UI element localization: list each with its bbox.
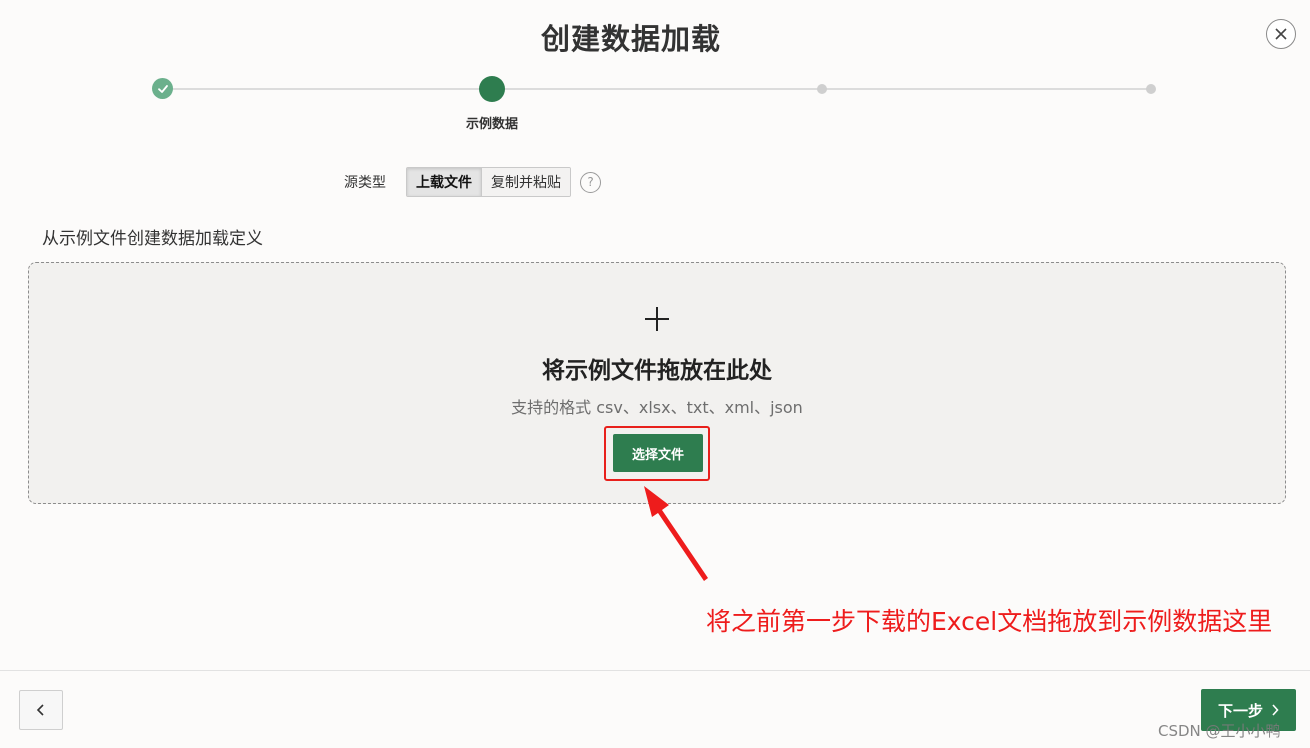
annotation-text: 将之前第一步下载的Excel文档拖放到示例数据这里 [706,607,1273,636]
source-type-toggle: 上载文件 复制并粘贴 [406,167,571,197]
dropzone-title: 将示例文件拖放在此处 [542,358,772,384]
dialog-title: 创建数据加载 [540,22,721,56]
help-icon[interactable]: ? [580,171,601,193]
check-icon [157,84,168,93]
plus-icon [645,307,669,331]
watermark: CSDN @王小小鸭 [1158,722,1281,740]
close-button[interactable] [1266,19,1296,49]
copy-paste-option[interactable]: 复制并粘贴 [481,168,570,196]
progress-track [163,88,1151,90]
back-button[interactable] [19,690,63,730]
choose-file-button[interactable]: 选择文件 [613,434,703,472]
step-4-pending [1146,84,1156,94]
next-button-label: 下一步 [1217,701,1263,720]
chevron-right-icon [1272,704,1279,716]
source-type-label: 源类型 [344,175,386,191]
source-type-row: 源类型 上载文件 复制并粘贴 ? [344,167,601,197]
chevron-left-icon [36,704,44,716]
dropzone-subtitle: 支持的格式 csv、xlsx、txt、xml、json [511,398,803,417]
upload-file-option[interactable]: 上载文件 [407,168,481,196]
current-step-label: 示例数据 [465,117,518,132]
section-heading: 从示例文件创建数据加载定义 [42,229,263,249]
dialog-footer: 下一步 [0,670,1310,748]
step-1-done [152,78,173,99]
step-2-current [479,76,505,102]
progress-tracker: 示例数据 [0,76,1310,136]
close-icon [1275,28,1287,40]
file-dropzone[interactable]: 将示例文件拖放在此处 支持的格式 csv、xlsx、txt、xml、json 选… [28,262,1286,504]
step-3-pending [817,84,827,94]
